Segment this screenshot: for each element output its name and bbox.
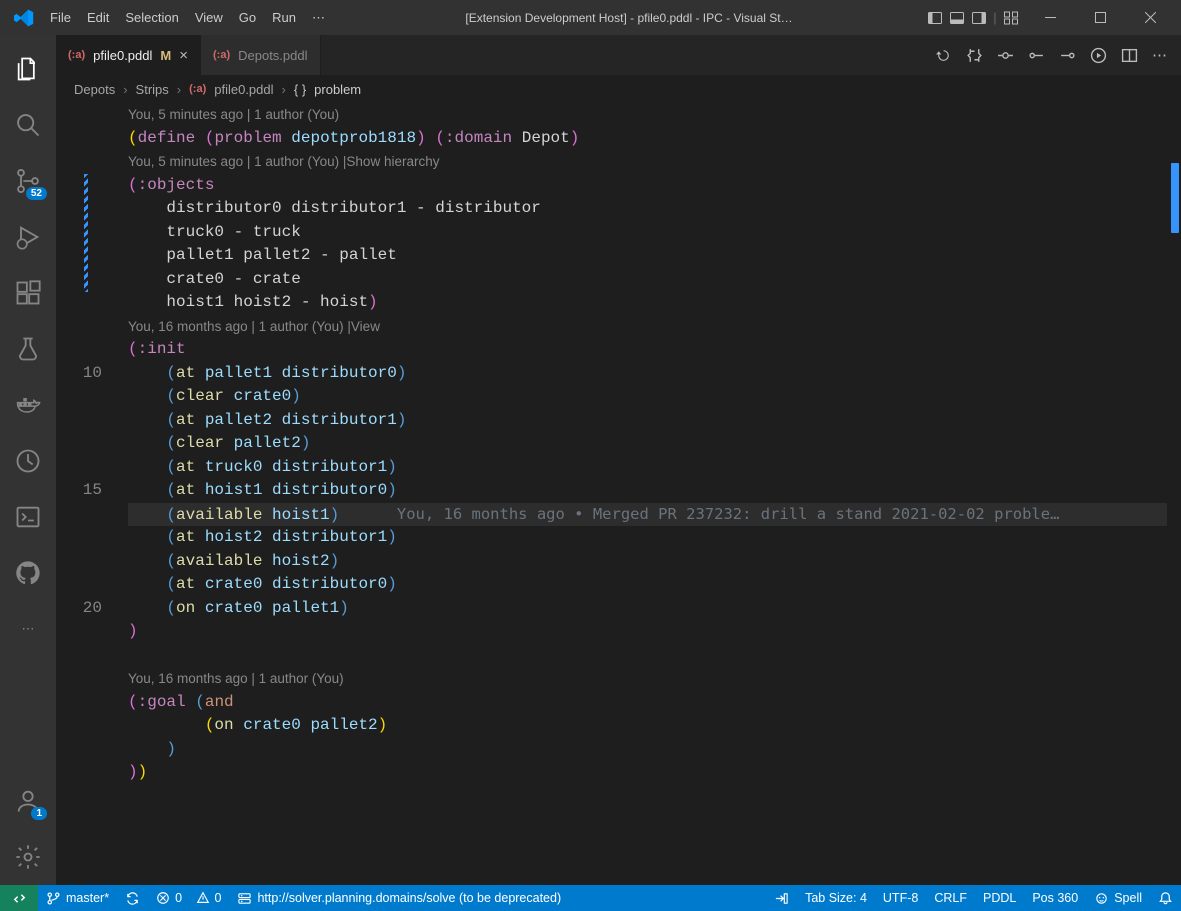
title-layout-icons: |	[925, 8, 1025, 28]
timeline-icon[interactable]	[0, 433, 56, 489]
window-title: [Extension Development Host] - pfile0.pd…	[333, 11, 925, 25]
commit-graph-icon[interactable]	[997, 47, 1014, 64]
editor-area: (:a) pfile0.pddl M × (:a) Depots.pddl ⋯	[56, 35, 1181, 885]
extensions-icon[interactable]	[0, 265, 56, 321]
window-controls	[1025, 0, 1175, 35]
git-branch[interactable]: master*	[38, 885, 117, 911]
tab-label: pfile0.pddl	[93, 48, 152, 63]
spell-check[interactable]: Spell	[1086, 885, 1150, 911]
github-icon[interactable]	[0, 545, 56, 601]
more-actions-icon[interactable]: ⋯	[1152, 46, 1167, 64]
commit-node2-icon[interactable]	[1059, 47, 1076, 64]
close-tab-icon[interactable]: ×	[179, 47, 188, 64]
tab-label: Depots.pddl	[238, 48, 307, 63]
modified-indicator: M	[160, 48, 171, 63]
history-icon[interactable]	[935, 47, 952, 64]
compare-icon[interactable]	[966, 47, 983, 64]
accounts-badge: 1	[31, 807, 47, 820]
testing-icon[interactable]	[0, 321, 56, 377]
symbol-icon: { }	[294, 82, 306, 97]
menu-edit[interactable]: Edit	[79, 4, 117, 32]
activity-bar: 52 ⋯ 1	[0, 35, 56, 885]
gutter: 1015 20	[56, 103, 128, 885]
encoding[interactable]: UTF-8	[875, 885, 926, 911]
search-icon[interactable]	[0, 97, 56, 153]
notifications-icon[interactable]	[1150, 885, 1181, 911]
breadcrumb-file[interactable]: pfile0.pddl	[214, 82, 273, 97]
editor-tabs: (:a) pfile0.pddl M × (:a) Depots.pddl ⋯	[56, 35, 1181, 75]
overview-ruler[interactable]	[1167, 103, 1181, 885]
split-editor-icon[interactable]	[1121, 47, 1138, 64]
cursor-position[interactable]: Pos 360	[1024, 885, 1086, 911]
chevron-right-icon: ›	[282, 82, 286, 97]
vscode-logo-icon	[6, 8, 42, 28]
docker-icon[interactable]	[0, 377, 56, 433]
breadcrumb-folder[interactable]: Strips	[136, 82, 169, 97]
panel-toggle-right-icon[interactable]	[969, 8, 989, 28]
pddl-file-icon: (:a)	[189, 83, 206, 95]
menu-run[interactable]: Run	[264, 4, 304, 32]
explorer-icon[interactable]	[0, 41, 56, 97]
code-lens[interactable]: You, 16 months ago | 1 author (You)	[128, 667, 1167, 691]
code-lens[interactable]: You, 16 months ago | 1 author (You) | Vi…	[128, 315, 1167, 339]
current-line: (available hoist1) You, 16 months ago • …	[128, 503, 1167, 527]
inline-blame: You, 16 months ago • Merged PR 237232: d…	[397, 505, 1060, 523]
code-lens[interactable]: You, 5 minutes ago | 1 author (You)	[128, 103, 1167, 127]
close-button[interactable]	[1125, 0, 1175, 35]
breadcrumbs[interactable]: Depots › Strips › (:a) pfile0.pddl › { }…	[56, 75, 1181, 103]
minimize-button[interactable]	[1025, 0, 1075, 35]
menu-selection[interactable]: Selection	[117, 4, 186, 32]
scm-badge: 52	[26, 187, 47, 200]
tab-actions: ⋯	[921, 35, 1181, 75]
language-mode[interactable]: PDDL	[975, 885, 1024, 911]
menu-more-icon[interactable]: ⋯	[304, 4, 333, 32]
terminal-icon[interactable]	[0, 489, 56, 545]
run-file-icon[interactable]	[1090, 47, 1107, 64]
indentation[interactable]: Tab Size: 4	[797, 885, 875, 911]
sync-button[interactable]	[117, 885, 148, 911]
problems[interactable]: 0 0	[148, 885, 229, 911]
menu-go[interactable]: Go	[231, 4, 264, 32]
status-bar: master* 0 0 http://solver.planning.domai…	[0, 885, 1181, 911]
tab-pfile0[interactable]: (:a) pfile0.pddl M ×	[56, 35, 201, 75]
go-to-line-icon[interactable]	[766, 885, 797, 911]
source-control-icon[interactable]: 52	[0, 153, 56, 209]
panel-toggle-left-icon[interactable]	[925, 8, 945, 28]
chevron-right-icon: ›	[123, 82, 127, 97]
menu-file[interactable]: File	[42, 4, 79, 32]
code-body[interactable]: You, 5 minutes ago | 1 author (You) (def…	[128, 103, 1167, 885]
menu-bar: File Edit Selection View Go Run ⋯	[42, 4, 333, 32]
chevron-right-icon: ›	[177, 82, 181, 97]
overview-modified-mark	[1171, 163, 1179, 233]
menu-view[interactable]: View	[187, 4, 231, 32]
commit-node-icon[interactable]	[1028, 47, 1045, 64]
breadcrumb-folder[interactable]: Depots	[74, 82, 115, 97]
title-bar: File Edit Selection View Go Run ⋯ [Exten…	[0, 0, 1181, 35]
customize-layout-icon[interactable]	[1001, 8, 1021, 28]
breadcrumb-symbol[interactable]: problem	[314, 82, 361, 97]
run-debug-icon[interactable]	[0, 209, 56, 265]
pddl-file-icon: (:a)	[213, 49, 230, 61]
tab-depots[interactable]: (:a) Depots.pddl	[201, 35, 321, 75]
accounts-icon[interactable]: 1	[0, 773, 56, 829]
panel-toggle-bottom-icon[interactable]	[947, 8, 967, 28]
more-views-icon[interactable]: ⋯	[0, 601, 56, 657]
code-lens[interactable]: You, 5 minutes ago | 1 author (You) | Sh…	[128, 150, 1167, 174]
pddl-file-icon: (:a)	[68, 49, 85, 61]
eol[interactable]: CRLF	[926, 885, 975, 911]
remote-indicator[interactable]	[0, 885, 38, 911]
settings-gear-icon[interactable]	[0, 829, 56, 885]
maximize-button[interactable]	[1075, 0, 1125, 35]
modified-gutter-bar	[84, 174, 88, 292]
editor[interactable]: 1015 20 You, 5 minutes ago | 1 author (Y…	[56, 103, 1181, 885]
pddl-server[interactable]: http://solver.planning.domains/solve (to…	[229, 885, 569, 911]
